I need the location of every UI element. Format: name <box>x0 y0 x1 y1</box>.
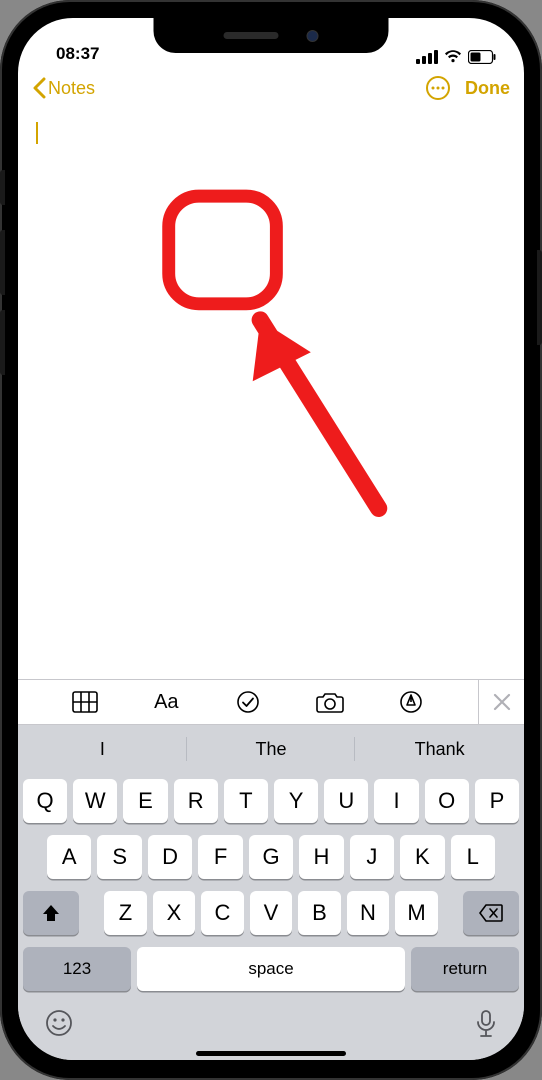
backspace-icon <box>479 904 503 922</box>
key[interactable]: C <box>201 891 244 935</box>
suggestion[interactable]: I <box>18 725 187 773</box>
volume-down-button <box>0 310 5 375</box>
shift-key[interactable] <box>23 891 79 935</box>
key[interactable]: T <box>224 779 268 823</box>
camera-icon[interactable] <box>315 687 345 717</box>
chevron-left-icon <box>32 77 46 99</box>
key[interactable]: M <box>395 891 438 935</box>
keyboard-row: A S D F G H J K L <box>23 835 519 879</box>
battery-icon <box>468 50 496 64</box>
clock: 08:37 <box>56 44 99 64</box>
dictation-icon[interactable] <box>475 1009 497 1039</box>
key[interactable]: U <box>324 779 368 823</box>
keyboard-row: Q W E R T Y U I O P <box>23 779 519 823</box>
key[interactable]: P <box>475 779 519 823</box>
key[interactable]: Q <box>23 779 67 823</box>
speaker-grille <box>224 32 279 39</box>
shift-icon <box>41 903 61 923</box>
key[interactable]: V <box>250 891 293 935</box>
key[interactable]: A <box>47 835 91 879</box>
home-indicator[interactable] <box>196 1051 346 1056</box>
power-button <box>537 250 542 345</box>
back-button[interactable]: Notes <box>32 77 95 99</box>
text-format-icon[interactable]: Aa <box>151 687 181 717</box>
predictive-text-bar: I The Thank <box>18 725 524 773</box>
wifi-icon <box>444 50 462 64</box>
key[interactable]: O <box>425 779 469 823</box>
key[interactable]: S <box>97 835 141 879</box>
key[interactable]: Z <box>104 891 147 935</box>
key[interactable]: I <box>374 779 418 823</box>
status-right <box>416 50 496 64</box>
delete-key[interactable] <box>463 891 519 935</box>
emoji-icon[interactable] <box>45 1009 73 1037</box>
key[interactable]: B <box>298 891 341 935</box>
text-cursor <box>36 122 38 144</box>
volume-up-button <box>0 230 5 295</box>
key[interactable]: Y <box>274 779 318 823</box>
key[interactable]: W <box>73 779 117 823</box>
checklist-icon[interactable] <box>233 687 263 717</box>
keyboard: Q W E R T Y U I O P A S D F G H J K L <box>18 773 524 1060</box>
screen: 08:37 Notes Done <box>18 18 524 1060</box>
key[interactable]: F <box>198 835 242 879</box>
front-camera <box>307 30 319 42</box>
close-toolbar-icon[interactable] <box>478 680 524 724</box>
key[interactable]: K <box>400 835 444 879</box>
table-icon[interactable] <box>70 687 100 717</box>
phone-frame: 08:37 Notes Done <box>0 0 542 1080</box>
tutorial-annotation <box>18 110 524 670</box>
format-toolbar: Aa <box>18 679 524 725</box>
numbers-key[interactable]: 123 <box>23 947 131 991</box>
suggestion[interactable]: The <box>187 725 356 773</box>
keyboard-row: Z X C V B N M <box>23 891 519 935</box>
key[interactable]: X <box>153 891 196 935</box>
mute-switch <box>0 170 5 205</box>
markup-icon[interactable] <box>396 687 426 717</box>
keyboard-footer <box>23 991 519 1045</box>
key[interactable]: H <box>299 835 343 879</box>
note-body[interactable] <box>18 110 524 679</box>
done-button[interactable]: Done <box>465 78 510 99</box>
key[interactable]: R <box>174 779 218 823</box>
keyboard-row: 123 space return <box>23 947 519 991</box>
notch <box>154 18 389 53</box>
key[interactable]: G <box>249 835 293 879</box>
suggestion[interactable]: Thank <box>355 725 524 773</box>
key[interactable]: L <box>451 835 495 879</box>
return-key[interactable]: return <box>411 947 519 991</box>
cell-signal-icon <box>416 50 438 64</box>
key[interactable]: D <box>148 835 192 879</box>
navbar: Notes Done <box>18 66 524 110</box>
back-label: Notes <box>48 78 95 99</box>
more-options-icon[interactable] <box>425 75 451 101</box>
key[interactable]: N <box>347 891 390 935</box>
key[interactable]: J <box>350 835 394 879</box>
space-key[interactable]: space <box>137 947 405 991</box>
key[interactable]: E <box>123 779 167 823</box>
